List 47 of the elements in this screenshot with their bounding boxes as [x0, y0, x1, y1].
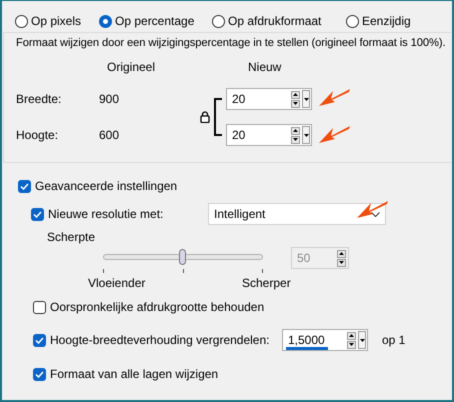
original-value: 600	[98, 128, 120, 142]
link-bracket	[213, 98, 223, 136]
description-text: Formaat wijzigen door een wijzigingspercentage in te stellen (origineel formaat is 100%).	[16, 37, 447, 49]
spin-arrows-icon[interactable]	[291, 90, 300, 108]
dropdown-icon[interactable]	[302, 90, 310, 108]
field-label: Hoogte:	[16, 128, 60, 142]
checkbox-label: Nieuwe resolutie met:	[48, 207, 164, 221]
chevron-icon[interactable]	[371, 212, 380, 216]
radio-label: Op afdrukformaat	[228, 14, 322, 28]
checkbox-label: Oorspronkelijke afdrukgrootte behouden	[50, 300, 264, 314]
spin-field[interactable]: 20	[226, 124, 312, 146]
column-header: Origineel	[106, 60, 156, 74]
radio-label: Op pixels	[31, 14, 82, 28]
check-icon	[35, 370, 44, 378]
field-label: Breedte:	[16, 92, 62, 106]
radio-button[interactable]	[99, 14, 112, 28]
checkbox-label: Hoogte-breedteverhouding vergrendelen:	[50, 333, 270, 347]
method-dropdown[interactable]: Intelligent	[208, 203, 386, 225]
checkbox-label: Geavanceerde instellingen	[35, 179, 178, 193]
check-icon	[35, 336, 44, 344]
spin-arrows-icon[interactable]	[347, 332, 356, 348]
slider-max-label: Scherper	[242, 276, 291, 292]
dropdown-icon[interactable]	[302, 126, 310, 144]
slider-track[interactable]	[103, 249, 263, 265]
radio-button[interactable]	[15, 14, 28, 28]
checkbox[interactable]	[18, 180, 31, 192]
radio-button[interactable]	[212, 14, 225, 28]
spin-field[interactable]: 20	[226, 88, 312, 110]
check-icon	[20, 182, 29, 190]
dropdown-icon[interactable]	[358, 331, 366, 349]
lock-icon[interactable]	[200, 111, 210, 123]
slider-min-label: Vloeiender	[88, 276, 146, 292]
check-icon	[33, 210, 42, 218]
ratio-suffix: op 1	[382, 333, 406, 347]
slider-label: Scherpte	[47, 230, 96, 244]
checkbox[interactable]	[33, 300, 46, 314]
checkbox[interactable]	[33, 368, 46, 380]
spin-arrows-icon[interactable]	[291, 126, 300, 144]
checkbox-label: Formaat van alle lagen wijzigen	[50, 367, 218, 381]
column-header: Nieuw	[247, 60, 282, 74]
radio-label: Op percentage	[115, 14, 194, 28]
original-value: 900	[98, 92, 120, 106]
checkbox[interactable]	[31, 208, 44, 220]
checkbox[interactable]	[33, 334, 46, 346]
spin-field[interactable]: 1,5000	[282, 329, 368, 351]
radio-label: Eenzijdig	[362, 14, 411, 28]
radio-button[interactable]	[346, 14, 359, 28]
